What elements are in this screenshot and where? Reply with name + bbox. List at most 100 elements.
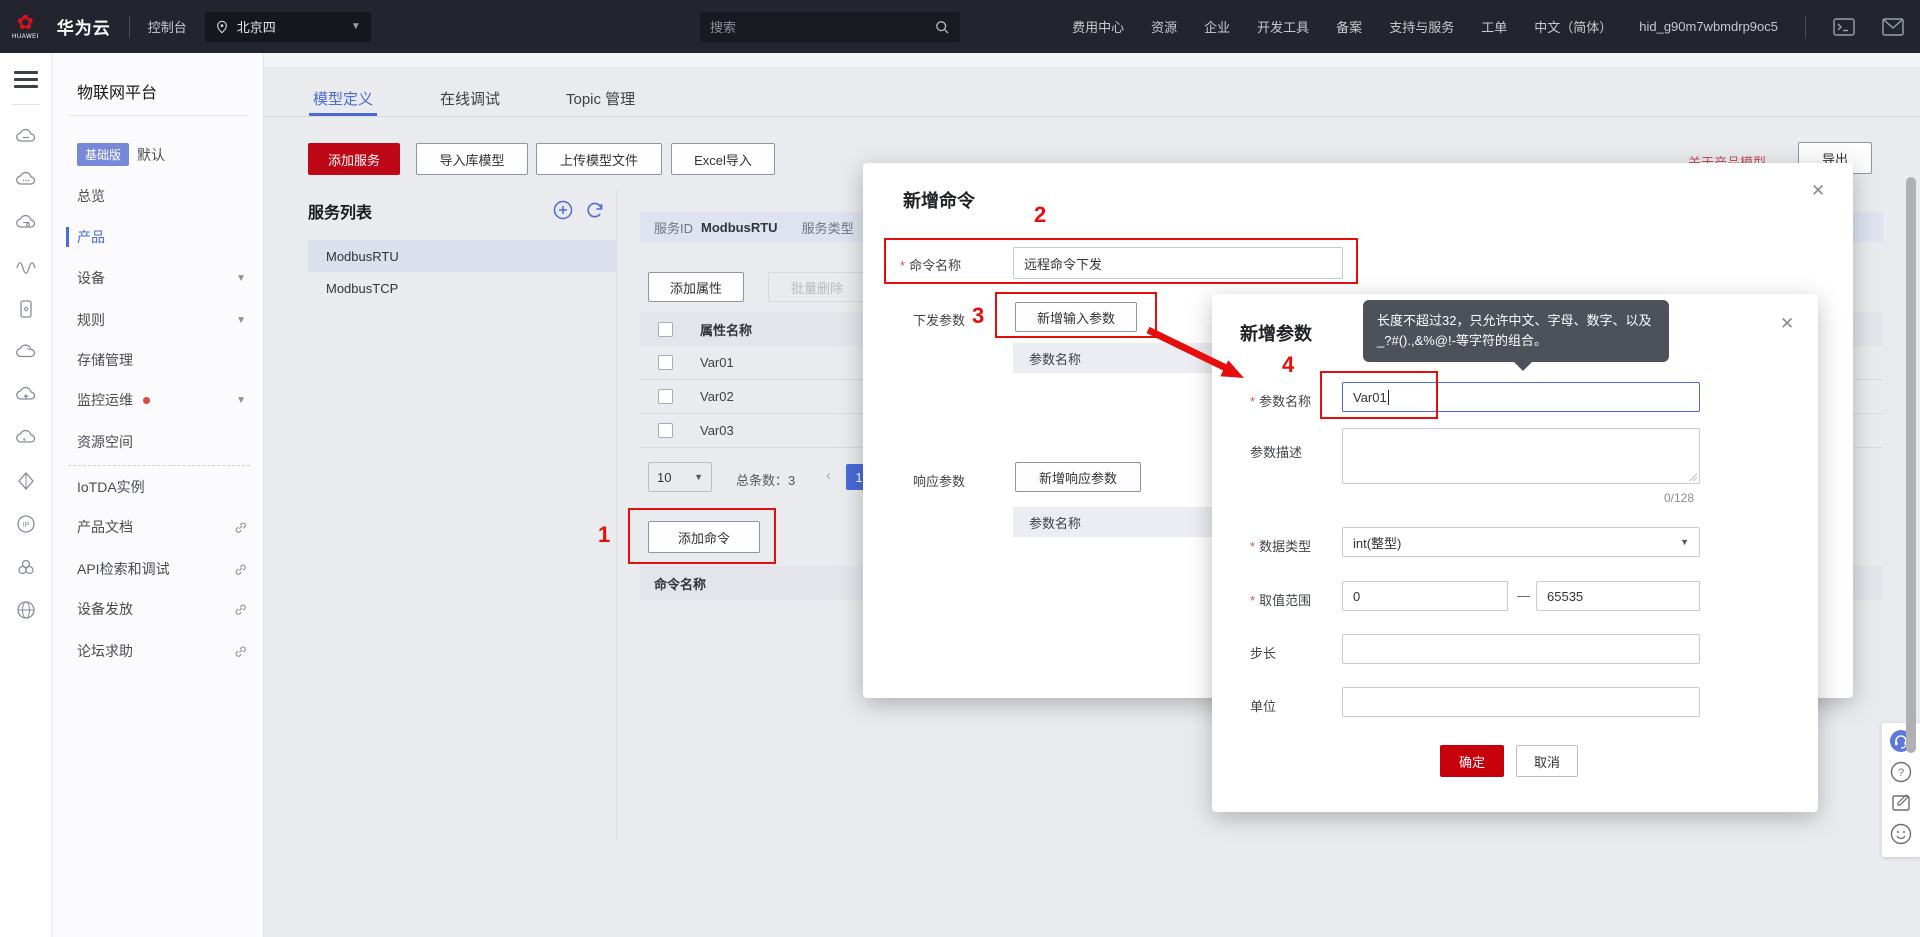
data-type-select[interactable]: int(整型)▼ — [1342, 527, 1700, 557]
nav-icp[interactable]: 备案 — [1336, 17, 1362, 36]
excel-import-button[interactable]: Excel导入 — [671, 143, 775, 175]
menu-icon[interactable] — [14, 67, 38, 92]
divider — [129, 16, 130, 38]
nav-enterprise[interactable]: 企业 — [1204, 17, 1230, 36]
nav-devtools[interactable]: 开发工具 — [1257, 17, 1309, 36]
tab-model-definition[interactable]: 模型定义 — [313, 88, 373, 109]
upload-model-file-button[interactable]: 上传模型文件 — [536, 143, 662, 175]
param-desc-textarea[interactable] — [1342, 428, 1700, 484]
property-name: Var02 — [700, 389, 734, 404]
service-item-modbusrtu[interactable]: ModbusRTU — [308, 240, 616, 272]
sidebar-item-products[interactable]: 产品 — [52, 217, 264, 257]
edition-badge: 基础版 — [77, 143, 129, 166]
smiley-icon[interactable] — [1889, 822, 1913, 846]
command-name-input[interactable] — [1013, 247, 1343, 279]
cloud-clock-icon[interactable] — [15, 427, 37, 449]
tab-topic-management[interactable]: Topic 管理 — [566, 88, 635, 109]
cloud-server-icon[interactable] — [15, 126, 37, 148]
sidebar-item-forum[interactable]: 论坛求助 — [52, 631, 264, 671]
help-question-icon[interactable]: ? — [1889, 760, 1913, 784]
step-input[interactable] — [1342, 634, 1700, 664]
add-response-param-button[interactable]: 新增响应参数 — [1015, 462, 1141, 492]
brand-title[interactable]: 华为云 — [57, 14, 111, 39]
nav-account[interactable]: hid_g90m7wbmdrp9oc5 — [1639, 19, 1778, 34]
sidebar-item-docs[interactable]: 产品文档 — [52, 507, 264, 547]
prev-page-icon[interactable]: ‹ — [826, 467, 831, 484]
search-icon[interactable] — [934, 19, 950, 35]
service-id-label: 服务ID — [654, 218, 693, 237]
tab-online-debug[interactable]: 在线调试 — [440, 88, 500, 109]
select-all-checkbox[interactable] — [658, 322, 673, 337]
batch-delete-button[interactable]: 批量删除 — [768, 272, 866, 302]
row-checkbox[interactable] — [658, 389, 673, 404]
wave-icon[interactable] — [15, 255, 37, 277]
import-library-model-button[interactable]: 导入库模型 — [416, 143, 528, 175]
resize-grip-icon[interactable] — [1688, 472, 1698, 482]
add-service-button[interactable]: 添加服务 — [308, 143, 400, 175]
property-column-header: 属性名称 — [700, 320, 752, 339]
sidebar-item-iotda-instance[interactable]: IoTDA实例 — [52, 467, 264, 507]
page-size-select[interactable]: 10▼ — [648, 462, 712, 492]
nav-language[interactable]: 中文（简体） — [1534, 17, 1612, 36]
command-name-label: *命令名称 — [900, 255, 961, 274]
nav-resources[interactable]: 资源 — [1151, 17, 1177, 36]
add-circle-icon[interactable] — [553, 200, 573, 220]
vertical-scrollbar[interactable] — [1906, 177, 1916, 753]
sidebar-item-monitoring[interactable]: 监控运维▼ — [52, 380, 264, 420]
console-link[interactable]: 控制台 — [148, 17, 187, 36]
property-name: Var03 — [700, 423, 734, 438]
chevron-down-icon: ▼ — [351, 21, 361, 32]
search-input[interactable] — [710, 20, 934, 35]
huawei-logo-icon[interactable]: ✿ HUAWEI — [12, 13, 39, 40]
region-label: 北京四 — [237, 17, 276, 36]
nav-support[interactable]: 支持与服务 — [1389, 17, 1454, 36]
refresh-icon[interactable] — [585, 200, 605, 220]
downlink-params-label: 下发参数 — [913, 310, 965, 329]
cloud-lines-icon[interactable] — [15, 212, 37, 234]
sidebar-item-overview[interactable]: 总览 — [52, 176, 264, 216]
global-search[interactable] — [700, 12, 960, 42]
range-min-input[interactable] — [1342, 581, 1508, 611]
chevron-down-icon: ▼ — [236, 395, 246, 406]
globe-icon[interactable] — [15, 599, 37, 621]
divider — [1805, 16, 1806, 38]
range-max-input[interactable] — [1536, 581, 1700, 611]
nav-billing[interactable]: 费用中心 — [1072, 17, 1124, 36]
response-params-label: 响应参数 — [913, 471, 965, 490]
sidebar-item-resource-space[interactable]: 资源空间 — [52, 422, 264, 462]
external-link-icon — [233, 520, 248, 535]
chevron-down-icon: ▼ — [1680, 537, 1689, 547]
location-pin-icon — [215, 19, 229, 35]
feedback-icon[interactable] — [1889, 791, 1913, 815]
param-name-input[interactable]: Var01 — [1342, 382, 1700, 412]
region-selector[interactable]: 北京四 ▼ — [205, 12, 371, 42]
cancel-button[interactable]: 取消 — [1516, 745, 1578, 777]
sidebar-item-rules[interactable]: 规则▼ — [52, 300, 264, 340]
sidebar-item-devices[interactable]: 设备▼ — [52, 258, 264, 298]
row-checkbox[interactable] — [658, 423, 673, 438]
prism-icon[interactable] — [15, 470, 37, 492]
sidebar-item-storage[interactable]: 存储管理 — [52, 340, 264, 380]
row-checkbox[interactable] — [658, 355, 673, 370]
close-icon[interactable]: ✕ — [1780, 314, 1794, 334]
cloud-icon[interactable] — [15, 341, 37, 363]
sidebar-item-api-explorer[interactable]: API检索和调试 — [52, 549, 264, 589]
messages-icon[interactable] — [1882, 18, 1904, 36]
sidebar-item-device-provisioning[interactable]: 设备发放 — [52, 589, 264, 629]
ip-circle-icon[interactable]: IP — [15, 513, 37, 535]
nodes-icon[interactable] — [15, 556, 37, 578]
service-item-modbustcp[interactable]: ModbusTCP — [308, 272, 616, 304]
cloud-upload-icon[interactable] — [15, 384, 37, 406]
close-icon[interactable]: ✕ — [1811, 181, 1825, 201]
add-parameter-modal: 新增参数 ✕ *参数名称 Var01 参数描述 0/128 *数据类型 int(… — [1212, 294, 1818, 812]
add-property-button[interactable]: 添加属性 — [648, 272, 744, 302]
cloud-dots-icon[interactable] — [15, 169, 37, 191]
add-input-param-button[interactable]: 新增输入参数 — [1015, 302, 1137, 332]
device-icon[interactable] — [15, 298, 37, 320]
cli-terminal-icon[interactable] — [1833, 18, 1855, 36]
annotation-number-2: 2 — [1034, 202, 1046, 228]
add-command-button[interactable]: 添加命令 — [648, 521, 760, 553]
nav-ticket[interactable]: 工单 — [1481, 17, 1507, 36]
confirm-button[interactable]: 确定 — [1440, 745, 1504, 777]
unit-input[interactable] — [1342, 687, 1700, 717]
